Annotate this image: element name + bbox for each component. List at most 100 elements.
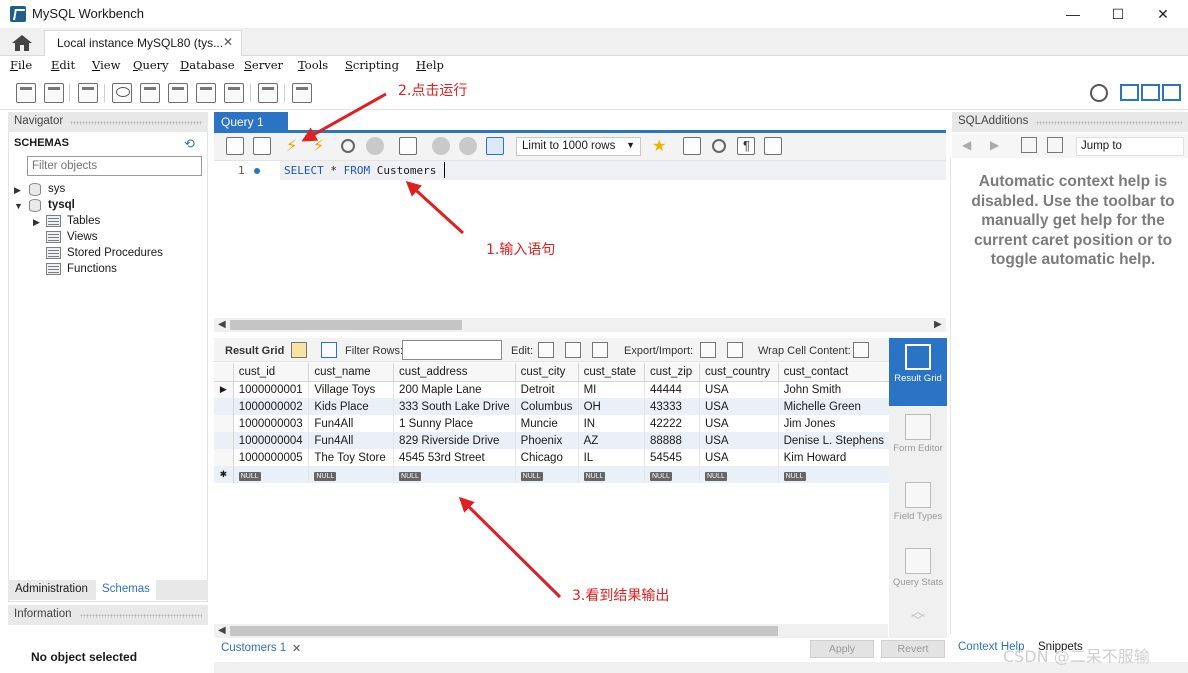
scrollbar-thumb[interactable] xyxy=(230,626,778,636)
table-cell[interactable]: 829 Riverside Drive xyxy=(393,432,516,449)
refresh-schemas-icon[interactable]: ⟲ xyxy=(184,136,195,152)
auto-help-icon[interactable] xyxy=(1047,137,1063,153)
grid-layout-icon[interactable] xyxy=(291,342,307,358)
delete-row-icon[interactable] xyxy=(592,342,608,358)
edit-row-icon[interactable] xyxy=(538,342,554,358)
table-cell[interactable]: 1000000003 xyxy=(233,415,310,432)
result-grid-view-button[interactable]: Result Grid xyxy=(889,338,947,406)
invisible-chars-icon[interactable] xyxy=(737,137,755,155)
sql-editor[interactable] xyxy=(214,161,946,318)
table-cell[interactable]: Chicago xyxy=(515,449,579,466)
table-cell[interactable]: IL xyxy=(578,449,645,466)
manual-help-icon[interactable] xyxy=(1021,137,1037,153)
close-window-button[interactable]: ✕ xyxy=(1140,0,1186,28)
table-cell[interactable]: 1000000005 xyxy=(233,449,310,466)
table-cell[interactable]: Michelle Green xyxy=(778,398,891,415)
word-wrap-icon[interactable] xyxy=(764,137,782,155)
table-row[interactable]: 1000000003 Fun4All 1 Sunny Place Muncie … xyxy=(214,415,891,432)
table-cell[interactable]: Kids Place xyxy=(308,398,395,415)
find-icon[interactable] xyxy=(710,137,728,155)
table-cell[interactable]: 54545 xyxy=(644,449,700,466)
field-types-button[interactable]: Field Types xyxy=(889,482,947,522)
settings-gear-icon[interactable] xyxy=(1090,84,1108,102)
table-cell[interactable]: 42222 xyxy=(644,415,700,432)
column-header[interactable]: cust_name xyxy=(308,363,395,382)
table-cell[interactable]: Fun4All xyxy=(308,432,395,449)
stop-query-icon[interactable] xyxy=(366,137,384,155)
create-function-icon[interactable] xyxy=(224,83,244,103)
result-tab-customers-1[interactable]: Customers 1 ✕ xyxy=(214,640,309,658)
add-snippet-icon[interactable] xyxy=(651,136,669,156)
menu-view[interactable]: View xyxy=(92,58,120,72)
column-header[interactable]: cust_address xyxy=(393,363,516,382)
column-header[interactable]: cust_id xyxy=(233,363,310,382)
refresh-results-icon[interactable] xyxy=(321,342,337,358)
menu-query[interactable]: Query xyxy=(133,58,169,72)
table-cell[interactable]: Columbus xyxy=(515,398,579,415)
close-result-tab-icon[interactable]: ✕ xyxy=(292,642,301,655)
tree-tables[interactable]: Tables xyxy=(67,215,100,231)
table-cell[interactable]: Jim Jones xyxy=(778,415,891,432)
table-cell[interactable]: 88888 xyxy=(644,432,700,449)
row-limit-select[interactable]: Limit to 1000 rows ▼ xyxy=(516,137,641,156)
explain-query-icon[interactable] xyxy=(339,137,357,155)
menu-server[interactable]: Server xyxy=(244,58,283,72)
form-editor-button[interactable]: Form Editor xyxy=(889,414,947,454)
table-row[interactable]: 1000000005 The Toy Store 4545 53rd Stree… xyxy=(214,449,891,466)
table-cell-null[interactable]: NULL xyxy=(699,466,779,483)
jump-to-select[interactable]: Jump to xyxy=(1076,137,1184,156)
forward-icon[interactable]: ▶ xyxy=(990,138,999,152)
menu-help[interactable]: Help xyxy=(416,58,444,72)
open-sql-script-icon[interactable] xyxy=(44,83,64,103)
execute-current-statement-icon[interactable] xyxy=(312,136,330,156)
new-sql-tab-icon[interactable] xyxy=(16,83,36,103)
scroll-left-icon[interactable]: ◀ xyxy=(218,625,226,636)
table-cell[interactable]: OH xyxy=(578,398,645,415)
column-header[interactable]: cust_city xyxy=(515,363,579,382)
table-cell-null[interactable]: NULL xyxy=(578,466,645,483)
table-cell[interactable]: Fun4All xyxy=(308,415,395,432)
table-cell[interactable]: 1 Sunny Place xyxy=(393,415,516,432)
expand-arrow-icon[interactable]: ▶ xyxy=(14,185,21,196)
menu-tools[interactable]: Tools xyxy=(298,58,328,72)
query-stats-button[interactable]: Query Stats xyxy=(889,548,947,588)
schema-sys[interactable]: sys xyxy=(48,183,65,199)
table-cell[interactable]: John Smith xyxy=(778,381,891,398)
inspector-icon[interactable] xyxy=(78,83,98,103)
column-header[interactable]: cust_zip xyxy=(644,363,700,382)
table-cell-null[interactable]: NULL xyxy=(644,466,700,483)
apply-button[interactable]: Apply xyxy=(810,640,874,658)
table-cell[interactable]: AZ xyxy=(578,432,645,449)
create-view-icon[interactable] xyxy=(168,83,188,103)
reconnect-icon[interactable] xyxy=(292,83,312,103)
revert-button[interactable]: Revert xyxy=(881,640,945,658)
menu-edit[interactable]: Edit xyxy=(51,58,75,72)
scroll-chevrons-icon[interactable]: ︿ ﹀ xyxy=(889,604,947,628)
column-header[interactable]: cust_state xyxy=(578,363,645,382)
search-table-data-icon[interactable] xyxy=(258,83,278,103)
home-icon[interactable] xyxy=(10,33,34,53)
toggle-continue-on-error-icon[interactable] xyxy=(399,137,417,155)
table-cell[interactable]: Detroit xyxy=(515,381,579,398)
toggle-output-icon[interactable] xyxy=(1141,84,1160,101)
tab-query-1[interactable]: Query 1 xyxy=(214,112,288,132)
table-cell[interactable]: USA xyxy=(699,449,779,466)
table-cell[interactable]: Phoenix xyxy=(515,432,579,449)
tree-stored-procedures[interactable]: Stored Procedures xyxy=(67,247,163,263)
autocommit-icon[interactable] xyxy=(486,137,504,155)
sql-query-text[interactable]: SELECT * FROM Customers xyxy=(284,164,436,177)
table-cell[interactable]: Kim Howard xyxy=(778,449,891,466)
tab-administration[interactable]: Administration xyxy=(15,583,88,595)
table-cell-null[interactable]: NULL xyxy=(393,466,516,483)
editor-horizontal-scrollbar[interactable] xyxy=(214,318,946,332)
scroll-right-icon[interactable]: ▶ xyxy=(934,319,942,330)
filter-rows-input[interactable] xyxy=(402,340,502,360)
table-cell[interactable]: 200 Maple Lane xyxy=(393,381,516,398)
menu-database[interactable]: Database xyxy=(180,58,235,72)
table-cell-null[interactable]: NULL xyxy=(778,466,891,483)
schema-tysql[interactable]: tysql xyxy=(48,199,75,215)
create-procedure-icon[interactable] xyxy=(196,83,216,103)
menu-file[interactable]: File xyxy=(10,58,32,72)
close-tab-icon[interactable]: ✕ xyxy=(223,35,233,49)
connection-tab[interactable]: Local instance MySQL80 (tys... ✕ xyxy=(44,30,242,56)
